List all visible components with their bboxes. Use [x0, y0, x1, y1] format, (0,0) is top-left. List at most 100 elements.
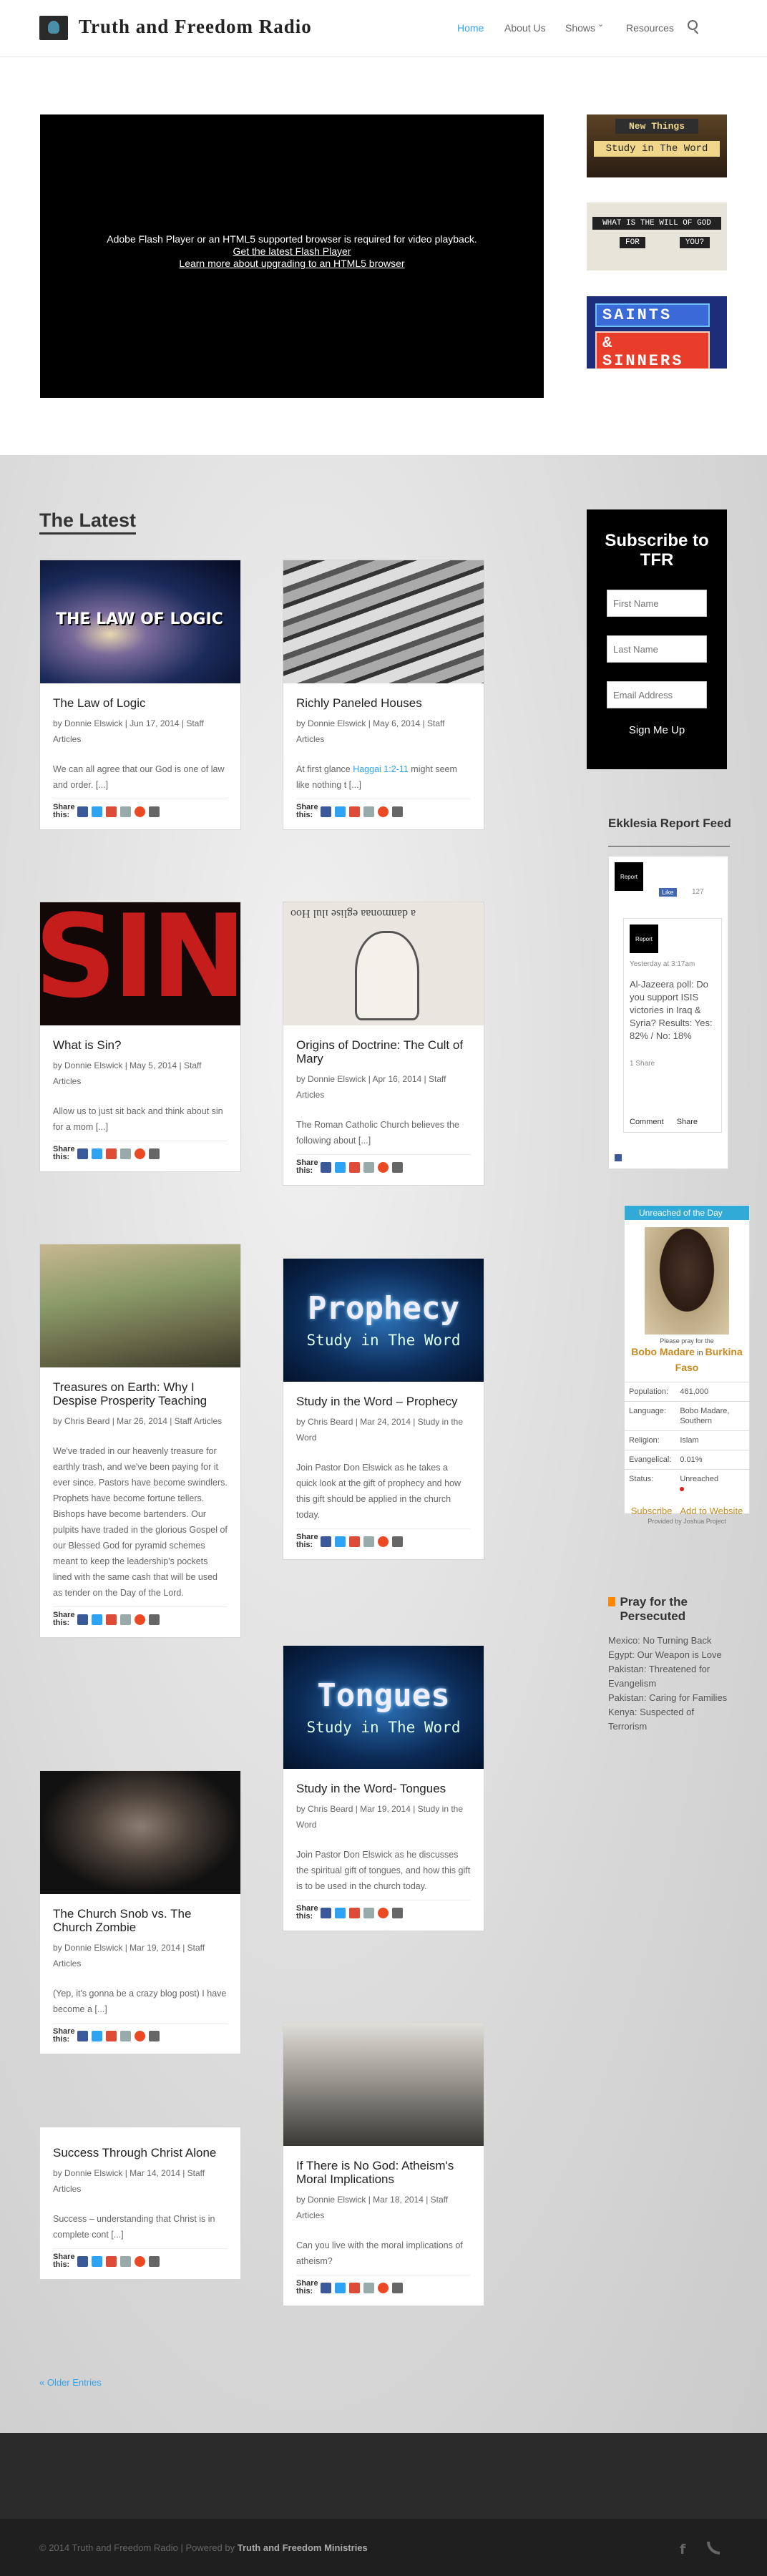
- sign-me-up-button[interactable]: Sign Me Up: [587, 724, 727, 736]
- reddit-icon[interactable]: [120, 2030, 131, 2041]
- google-plus-icon[interactable]: [349, 1536, 360, 1547]
- post-title[interactable]: Treasures on Earth: Why I Despise Prospe…: [53, 1380, 228, 1407]
- reddit-icon[interactable]: [363, 1161, 374, 1173]
- twitter-icon[interactable]: [92, 806, 102, 817]
- post-title[interactable]: Richly Paneled Houses: [296, 696, 471, 710]
- facebook-icon[interactable]: [77, 806, 88, 817]
- persecuted-link[interactable]: Kenya: Suspected of Terrorism: [608, 1705, 730, 1734]
- reddit-icon[interactable]: [120, 806, 131, 817]
- stumbleupon-icon[interactable]: [378, 806, 389, 817]
- scripture-link[interactable]: Haggai 1:2-11: [353, 764, 409, 774]
- post-title[interactable]: The Law of Logic: [53, 696, 228, 710]
- unreached-bar[interactable]: Unreached of the Day: [625, 1206, 749, 1220]
- html5-upgrade-link[interactable]: Learn more about upgrading to an HTML5 b…: [40, 258, 544, 270]
- facebook-icon[interactable]: [321, 2282, 331, 2293]
- google-plus-icon[interactable]: [106, 806, 117, 817]
- more-share-icon[interactable]: [392, 806, 403, 817]
- twitter-icon[interactable]: [92, 2030, 102, 2041]
- share-button[interactable]: Share: [677, 1118, 698, 1126]
- twitter-icon[interactable]: [335, 1907, 346, 1918]
- reddit-icon[interactable]: [120, 1614, 131, 1625]
- post-title[interactable]: Origins of Doctrine: The Cult of Mary: [296, 1038, 471, 1065]
- twitter-icon[interactable]: [92, 2255, 102, 2267]
- more-share-icon[interactable]: [149, 2255, 160, 2267]
- facebook-icon[interactable]: [615, 1154, 622, 1161]
- uod-add-to-website-link[interactable]: Add to Website: [680, 1506, 743, 1516]
- rss-icon[interactable]: [608, 1597, 616, 1606]
- site-title[interactable]: Truth and Freedom Radio: [79, 16, 312, 38]
- nav-home[interactable]: Home: [457, 22, 484, 34]
- post-title[interactable]: If There is No God: Atheism's Moral Impl…: [296, 2159, 471, 2186]
- google-plus-icon[interactable]: [349, 2282, 360, 2293]
- post-thumbnail[interactable]: Prophecy Study in The Word: [283, 1259, 484, 1382]
- twitter-icon[interactable]: [335, 1536, 346, 1547]
- first-name-field[interactable]: [607, 590, 707, 617]
- persecuted-link[interactable]: Pakistan: Threatened for Evangelism: [608, 1662, 730, 1691]
- google-plus-icon[interactable]: [349, 1161, 360, 1173]
- google-plus-icon[interactable]: [106, 1614, 117, 1625]
- facebook-icon[interactable]: [321, 1161, 331, 1173]
- video-player[interactable]: Adobe Flash Player or an HTML5 supported…: [40, 114, 544, 398]
- post-thumbnail[interactable]: [40, 1244, 240, 1367]
- post-thumbnail[interactable]: Tongues Study in The Word: [283, 1646, 484, 1769]
- search-icon[interactable]: [688, 20, 698, 30]
- promo-new-things[interactable]: New Things Study in The Word: [587, 114, 727, 177]
- stumbleupon-icon[interactable]: [135, 2255, 145, 2267]
- facebook-icon[interactable]: [321, 1536, 331, 1547]
- promo-saints-sinners[interactable]: SAINTS & SINNERS: [587, 296, 727, 369]
- more-share-icon[interactable]: [392, 1907, 403, 1918]
- twitter-icon[interactable]: [335, 1161, 346, 1173]
- rss-icon[interactable]: [707, 2542, 720, 2555]
- twitter-icon[interactable]: [335, 806, 346, 817]
- facebook-icon[interactable]: [321, 1907, 331, 1918]
- promo-will-of-god[interactable]: WHAT IS THE WILL OF GOD FOR YOU?: [587, 203, 727, 270]
- post-thumbnail[interactable]: SIN: [40, 902, 240, 1025]
- more-share-icon[interactable]: [149, 806, 160, 817]
- facebook-icon[interactable]: f: [680, 2542, 685, 2557]
- persecuted-link[interactable]: Pakistan: Caring for Families: [608, 1691, 730, 1705]
- stumbleupon-icon[interactable]: [135, 1614, 145, 1625]
- twitter-icon[interactable]: [335, 2282, 346, 2293]
- people-group-name[interactable]: Bobo Madare: [631, 1346, 695, 1357]
- post-title[interactable]: Success Through Christ Alone: [53, 2146, 228, 2160]
- google-plus-icon[interactable]: [349, 806, 360, 817]
- reddit-icon[interactable]: [363, 1907, 374, 1918]
- facebook-icon[interactable]: [321, 806, 331, 817]
- nav-resources[interactable]: Resources: [626, 22, 674, 34]
- stumbleupon-icon[interactable]: [378, 1161, 389, 1173]
- nav-about-us[interactable]: About Us: [504, 22, 546, 34]
- ekklesia-post-logo[interactable]: Report: [630, 924, 658, 953]
- reddit-icon[interactable]: [363, 806, 374, 817]
- ministries-link[interactable]: Truth and Freedom Ministries: [238, 2542, 368, 2553]
- older-entries-link[interactable]: « Older Entries: [39, 2377, 102, 2388]
- post-title[interactable]: What is Sin?: [53, 1038, 228, 1052]
- email-field[interactable]: [607, 681, 707, 708]
- twitter-icon[interactable]: [92, 1614, 102, 1625]
- facebook-icon[interactable]: [77, 2255, 88, 2267]
- post-title[interactable]: Study in the Word- Tongues: [296, 1782, 471, 1795]
- post-thumbnail[interactable]: [40, 1771, 240, 1894]
- google-plus-icon[interactable]: [106, 1148, 117, 1159]
- more-share-icon[interactable]: [392, 1536, 403, 1547]
- more-share-icon[interactable]: [392, 1161, 403, 1173]
- more-share-icon[interactable]: [149, 1148, 160, 1159]
- google-plus-icon[interactable]: [106, 2030, 117, 2041]
- stumbleupon-icon[interactable]: [378, 1907, 389, 1918]
- stumbleupon-icon[interactable]: [378, 2282, 389, 2293]
- facebook-icon[interactable]: [77, 1614, 88, 1625]
- persecuted-link[interactable]: Mexico: No Turning Back: [608, 1634, 730, 1648]
- more-share-icon[interactable]: [149, 2030, 160, 2041]
- more-share-icon[interactable]: [149, 1614, 160, 1625]
- reddit-icon[interactable]: [363, 1536, 374, 1547]
- google-plus-icon[interactable]: [106, 2255, 117, 2267]
- ekklesia-logo[interactable]: Report: [615, 862, 643, 891]
- google-plus-icon[interactable]: [349, 1907, 360, 1918]
- post-thumbnail[interactable]: THE LAW OF LOGIC: [40, 560, 240, 683]
- facebook-icon[interactable]: [77, 2030, 88, 2041]
- more-share-icon[interactable]: [392, 2282, 403, 2293]
- like-button[interactable]: Like: [659, 888, 677, 897]
- flash-player-link[interactable]: Get the latest Flash Player: [40, 245, 544, 258]
- reddit-icon[interactable]: [363, 2282, 374, 2293]
- persecuted-link[interactable]: Egypt: Our Weapon is Love: [608, 1648, 730, 1662]
- reddit-icon[interactable]: [120, 1148, 131, 1159]
